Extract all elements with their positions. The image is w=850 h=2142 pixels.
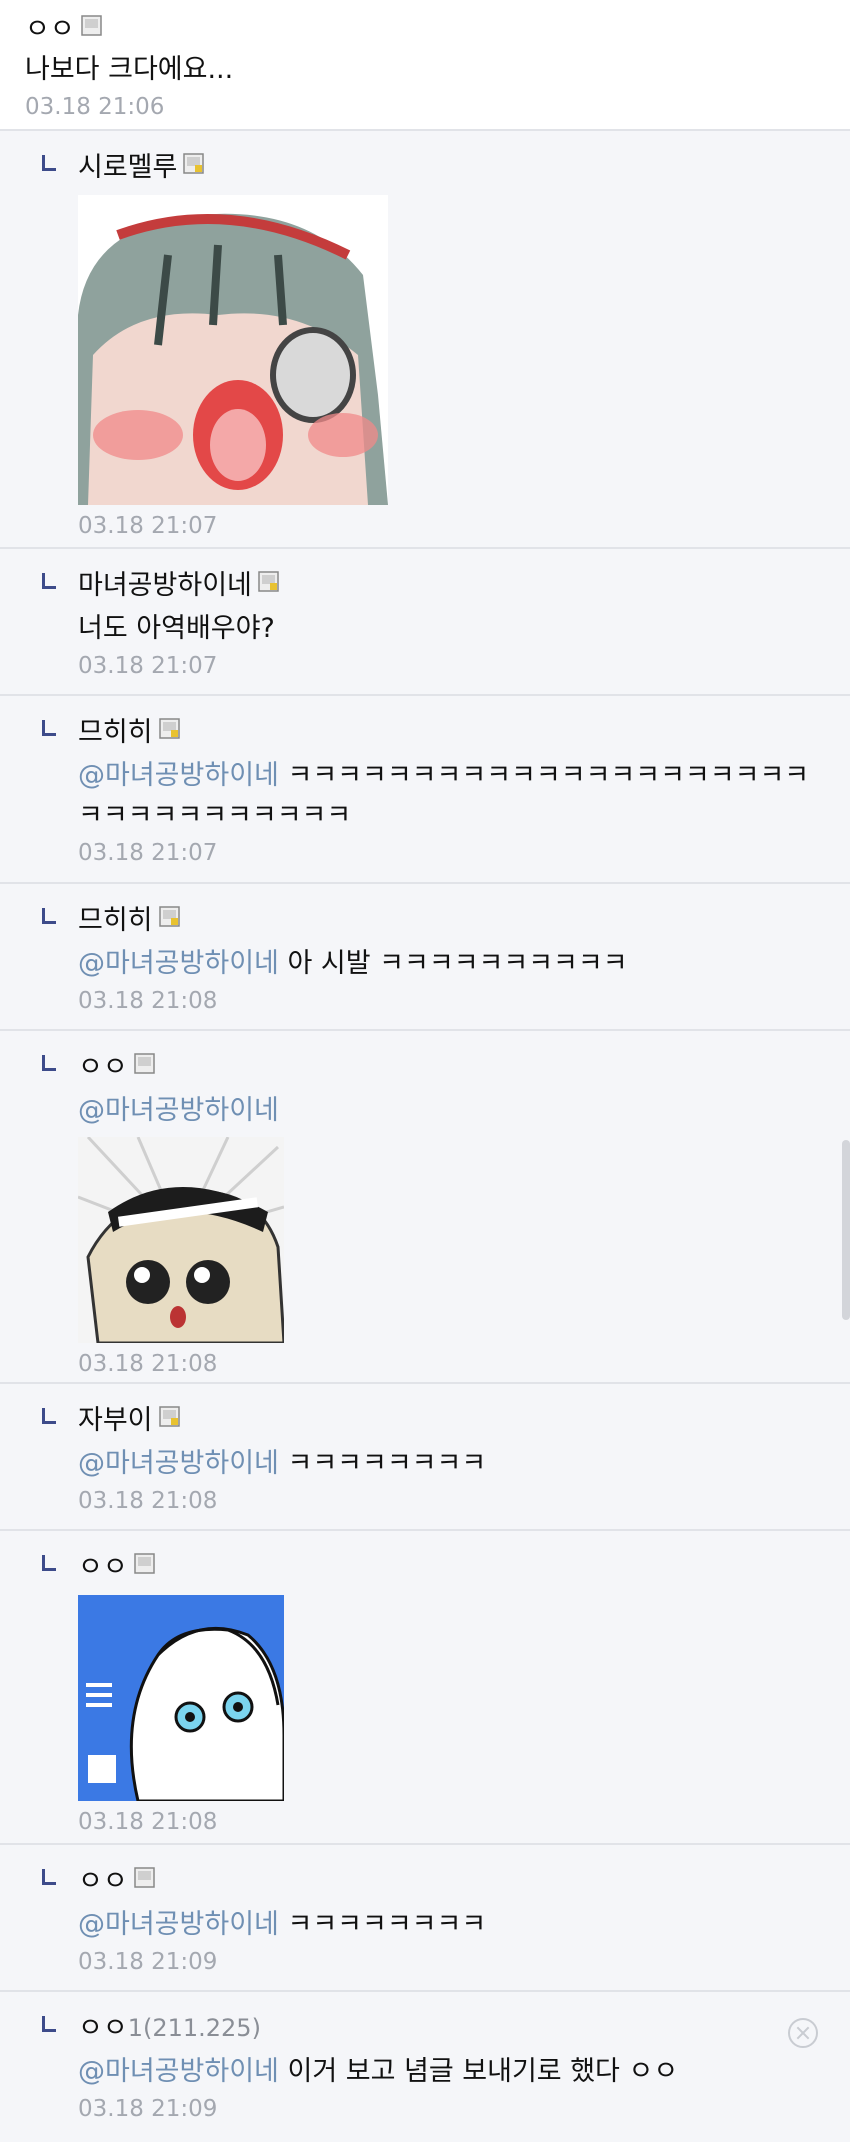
reply-text: 아 시발 ㅋㅋㅋㅋㅋㅋㅋㅋㅋㅋ bbox=[287, 948, 628, 979]
reply-time: 03.18 21:09 bbox=[78, 2096, 218, 2122]
reply-arrow-icon bbox=[42, 1555, 56, 1571]
reply-time: 03.18 21:08 bbox=[78, 1488, 218, 1514]
reply-nickname[interactable]: 시로멜루 bbox=[78, 154, 177, 181]
reply-time: 03.18 21:08 bbox=[78, 988, 218, 1014]
reply-time: 03.18 21:08 bbox=[78, 1351, 218, 1377]
reply-mention[interactable]: @마녀공방하이네 bbox=[78, 1448, 279, 1479]
reply-nickname[interactable]: 자부이 bbox=[78, 1407, 153, 1434]
reply-item: 시로멜루 03.18 21:07 bbox=[0, 131, 850, 549]
reply-time: 03.18 21:07 bbox=[78, 840, 218, 866]
reply-ip: 1(211.225) bbox=[127, 2014, 261, 2042]
reply-arrow-icon bbox=[42, 1055, 56, 1071]
reply-text: ㅋㅋㅋㅋㅋㅋㅋㅋ bbox=[287, 1448, 487, 1479]
reply-time: 03.18 21:07 bbox=[78, 653, 218, 679]
bluescreen-girl-sticker[interactable] bbox=[78, 1595, 284, 1801]
reply-arrow-icon bbox=[42, 1408, 56, 1424]
shocked-girl-sticker[interactable] bbox=[78, 1137, 284, 1343]
reply-item: ㅇㅇ 03.18 21:08 bbox=[0, 1531, 850, 1845]
fixed-nick-icon bbox=[80, 14, 102, 36]
fixed-nick-gold-icon bbox=[158, 1405, 180, 1427]
fixed-nick-icon bbox=[133, 1052, 155, 1074]
reply-arrow-icon bbox=[42, 155, 56, 171]
reply-time: 03.18 21:09 bbox=[78, 1949, 218, 1975]
reply-text: 너도 아역배우야? bbox=[78, 613, 275, 644]
delete-icon[interactable] bbox=[788, 2018, 818, 2048]
comment-header: ㅇㅇ bbox=[25, 8, 850, 50]
reply-text: ㅋㅋㅋㅋㅋㅋㅋㅋ bbox=[287, 1909, 487, 1940]
fixed-nick-icon bbox=[133, 1552, 155, 1574]
fixed-nick-gold-icon bbox=[158, 717, 180, 739]
comment-time: 03.18 21:06 bbox=[25, 94, 165, 120]
reply-body: @마녀공방하이네 ㅋㅋㅋㅋㅋㅋㅋㅋㅋㅋㅋㅋㅋㅋㅋㅋㅋㅋㅋㅋㅋㅋㅋㅋㅋㅋㅋㅋㅋㅋㅋ… bbox=[78, 756, 818, 836]
comment-nickname[interactable]: ㅇㅇ bbox=[25, 16, 75, 43]
reply-body: @마녀공방하이네 아 시발 ㅋㅋㅋㅋㅋㅋㅋㅋㅋㅋ bbox=[78, 944, 850, 984]
scrollbar-thumb[interactable] bbox=[842, 1140, 850, 1320]
reply-nickname[interactable]: 므히히 bbox=[78, 719, 153, 746]
reply-item: 마녀공방하이네 너도 아역배우야? 03.18 21:07 bbox=[0, 549, 850, 696]
reply-time: 03.18 21:07 bbox=[78, 513, 218, 539]
reply-arrow-icon bbox=[42, 1869, 56, 1885]
fixed-nick-gold-icon bbox=[183, 152, 205, 174]
reply-item: ㅇㅇ 1(211.225) @마녀공방하이네 이거 보고 념글 보내기로 했다 ㅇ… bbox=[0, 1992, 850, 2135]
reply-mention[interactable]: @마녀공방하이네 bbox=[78, 760, 279, 791]
reply-nickname[interactable]: 므히히 bbox=[78, 907, 153, 934]
reply-item: ㅇㅇ @마녀공방하이네 ㅋㅋㅋㅋㅋㅋㅋㅋ 03.18 21:09 bbox=[0, 1845, 850, 1992]
fixed-nick-gold-icon bbox=[158, 905, 180, 927]
comment-text: 나보다 크다에요... bbox=[25, 54, 234, 85]
fixed-nick-gold-icon bbox=[258, 570, 279, 592]
reply-nickname[interactable]: ㅇㅇ bbox=[78, 1868, 128, 1895]
reply-mention[interactable]: @마녀공방하이네 bbox=[78, 948, 279, 979]
reply-body: @마녀공방하이네 ㅋㅋㅋㅋㅋㅋㅋㅋ bbox=[78, 1444, 850, 1484]
reply-arrow-icon bbox=[42, 908, 56, 924]
fixed-nick-icon bbox=[133, 1866, 155, 1888]
reply-item: 므히히 @마녀공방하이네 아 시발 ㅋㅋㅋㅋㅋㅋㅋㅋㅋㅋ 03.18 21:08 bbox=[0, 884, 850, 1031]
reply-item: 자부이 @마녀공방하이네 ㅋㅋㅋㅋㅋㅋㅋㅋ 03.18 21:08 bbox=[0, 1384, 850, 1531]
reply-mention[interactable]: @마녀공방하이네 bbox=[78, 1909, 279, 1940]
reply-nickname[interactable]: ㅇㅇ bbox=[78, 1554, 128, 1581]
reply-arrow-icon bbox=[42, 573, 56, 589]
top-comment: ㅇㅇ 나보다 크다에요... 03.18 21:06 bbox=[0, 0, 850, 131]
reply-text: 이거 보고 념글 보내기로 했다 ㅇㅇ bbox=[287, 2056, 679, 2087]
reply-mention[interactable]: @마녀공방하이네 bbox=[78, 2056, 279, 2087]
crying-girl-sticker[interactable] bbox=[78, 195, 388, 505]
reply-mention[interactable]: @마녀공방하이네 bbox=[78, 1091, 850, 1131]
reply-body: @마녀공방하이네 ㅋㅋㅋㅋㅋㅋㅋㅋ bbox=[78, 1905, 850, 1945]
reply-nickname[interactable]: ㅇㅇ bbox=[78, 1054, 128, 1081]
reply-time: 03.18 21:08 bbox=[78, 1809, 218, 1835]
reply-body: @마녀공방하이네 이거 보고 념글 보내기로 했다 ㅇㅇ bbox=[78, 2052, 850, 2092]
reply-item: ㅇㅇ @마녀공방하이네 03.18 21:08 bbox=[0, 1031, 850, 1384]
reply-arrow-icon bbox=[42, 720, 56, 736]
reply-nickname[interactable]: 마녀공방하이네 bbox=[78, 572, 252, 599]
reply-nickname[interactable]: ㅇㅇ bbox=[78, 2015, 128, 2042]
reply-item: 므히히 @마녀공방하이네 ㅋㅋㅋㅋㅋㅋㅋㅋㅋㅋㅋㅋㅋㅋㅋㅋㅋㅋㅋㅋㅋㅋㅋㅋㅋㅋㅋ… bbox=[0, 696, 850, 884]
reply-arrow-icon bbox=[42, 2016, 56, 2032]
comment-thread: ㅇㅇ 나보다 크다에요... 03.18 21:06 시로멜루 03.18 21… bbox=[0, 0, 850, 2142]
